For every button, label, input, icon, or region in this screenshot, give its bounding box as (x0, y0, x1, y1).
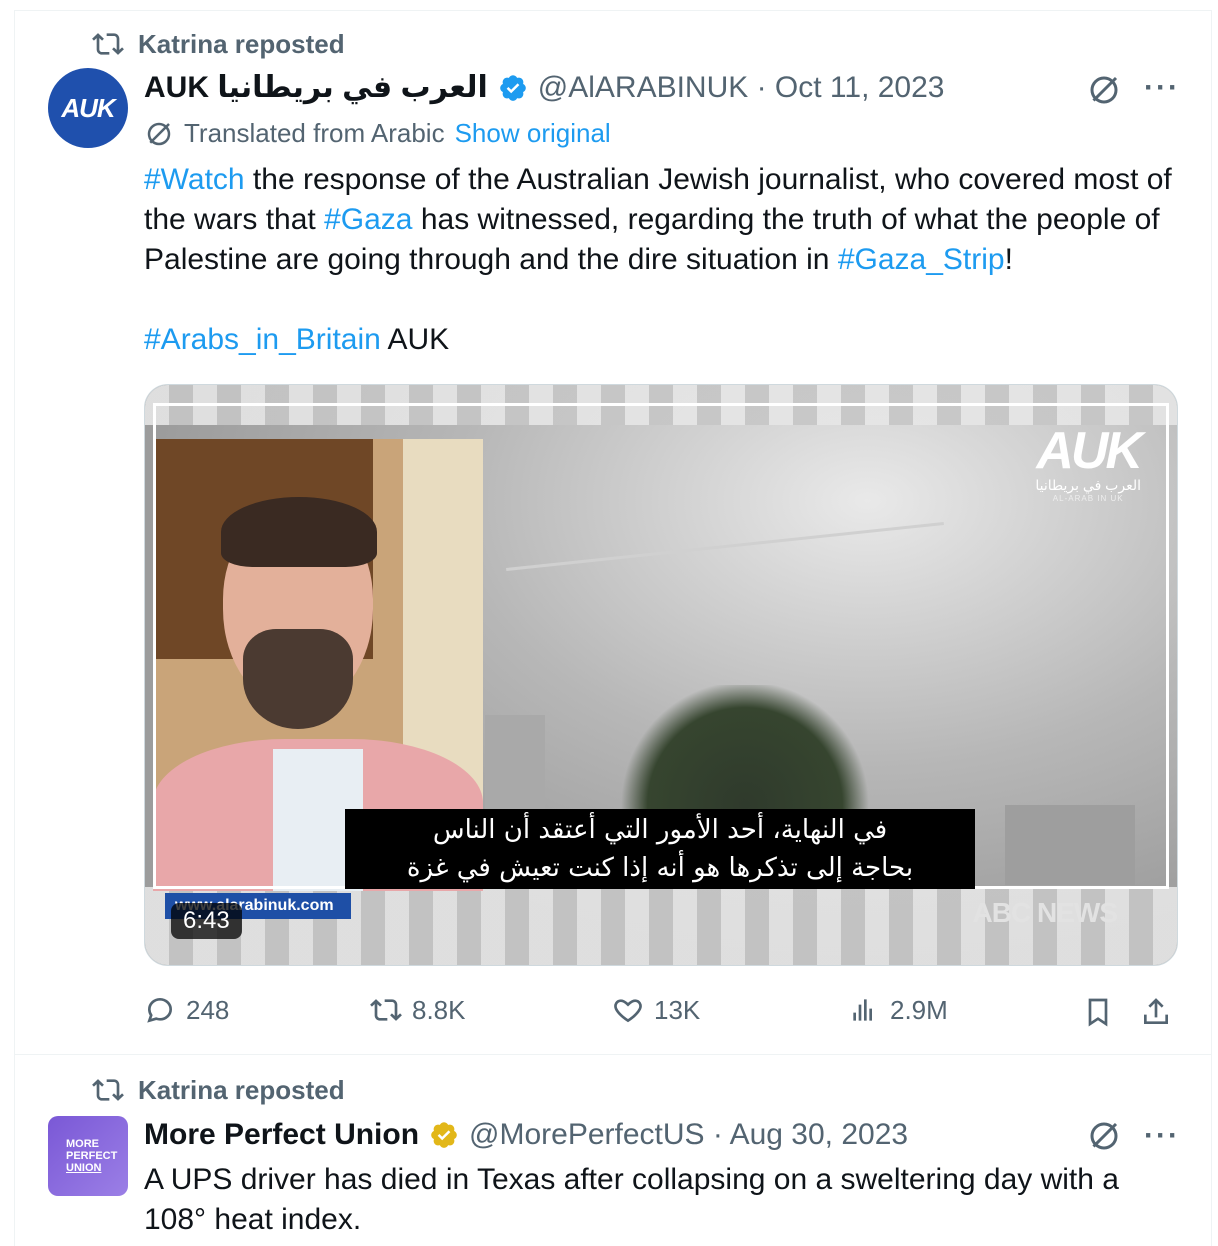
hashtag-link[interactable]: #Gaza (324, 203, 412, 236)
reply-icon (147, 997, 173, 1023)
tweet-actions: 248 8.8K 13K 2.9M (144, 994, 1184, 1034)
view-count: 2.9M (890, 994, 948, 1025)
handle-and-date[interactable]: @MorePerfectUS · Aug 30, 2023 (469, 1118, 908, 1152)
author-name[interactable]: More Perfect Union (144, 1118, 419, 1152)
channel-logo: AUK العرب في بريطانيا AL-ARAB IN UK (1035, 422, 1143, 503)
more-options-icon[interactable]: ··· (1144, 1121, 1180, 1151)
avatar[interactable]: AUK (48, 68, 128, 148)
tweet-divider (14, 1054, 1212, 1055)
video-player[interactable]: AUK العرب في بريطانيا AL-ARAB IN UK في ا… (144, 384, 1178, 966)
repost-indicator[interactable]: Katrina reposted (92, 1074, 345, 1106)
like-button[interactable]: 13K (612, 994, 700, 1026)
video-subtitle: في النهاية، أحد الأمور التي أعتقد أن الن… (345, 809, 975, 889)
repost-button[interactable]: 8.8K (370, 994, 466, 1026)
channel-logo-english: AL-ARAB IN UK (1052, 494, 1124, 503)
author-name[interactable]: AUK العرب في بريطانيا (144, 70, 488, 105)
verified-badge-icon[interactable] (498, 73, 528, 103)
repost-icon (92, 33, 124, 55)
grok-icon[interactable] (1086, 72, 1122, 108)
news-watermark: ABC NEWS (972, 897, 1118, 928)
repost-icon (92, 1079, 124, 1101)
translation-bar: Translated from Arabic Show original (144, 118, 611, 149)
subtitle-line: في النهاية، أحد الأمور التي أعتقد أن الن… (432, 815, 888, 845)
avatar-text-line: PERFECT (66, 1150, 118, 1162)
tweet-paragraph-2: #Arabs_in_Britain AUK (144, 320, 1189, 360)
hashtag-link[interactable]: #Gaza_Strip (838, 243, 1005, 276)
heart-icon (614, 999, 642, 1023)
tweet-text-segment: ! (1004, 243, 1013, 276)
verified-gold-badge-icon[interactable] (429, 1120, 459, 1150)
like-count: 13K (654, 994, 701, 1025)
show-original-link[interactable]: Show original (455, 118, 611, 149)
tweet-header: More Perfect Union @MorePerfectUS · Aug … (144, 1118, 908, 1152)
avatar-text-line: MORE (66, 1138, 99, 1150)
tweet-paragraph-1: #Watch the response of the Australian Je… (144, 160, 1189, 280)
tweet-text: A UPS driver has died in Texas after col… (144, 1163, 1119, 1236)
repost-indicator[interactable]: Katrina reposted (92, 28, 345, 60)
analytics-icon (853, 999, 872, 1021)
more-options-icon[interactable]: ··· (1144, 73, 1180, 103)
repost-count: 8.8K (412, 994, 466, 1025)
grok-icon[interactable] (1086, 1118, 1122, 1154)
repost-label: Katrina reposted (138, 1074, 345, 1105)
avatar[interactable]: MORE PERFECT UNION (48, 1116, 128, 1196)
subtitle-line: بحاجة إلى تذكرها هو أنه إذا كنت تعيش في … (406, 853, 914, 883)
channel-logo-arabic: العرب في بريطانيا (1035, 477, 1141, 493)
tweet-text: #Watch the response of the Australian Je… (144, 160, 1189, 360)
hashtag-link[interactable]: #Arabs_in_Britain (144, 323, 381, 356)
translated-label: Translated from Arabic (184, 118, 445, 148)
share-icon[interactable] (1140, 996, 1172, 1028)
repost-label: Katrina reposted (138, 28, 345, 59)
translate-icon (147, 122, 171, 145)
tweet-header: AUK العرب في بريطانيا @AlARABINUK · Oct … (144, 70, 944, 105)
avatar-text-line: UNION (66, 1162, 102, 1174)
hashtag-link[interactable]: #Watch (144, 163, 245, 196)
views-button[interactable]: 2.9M (848, 994, 948, 1026)
reply-button[interactable]: 248 (144, 994, 229, 1026)
repost-icon (370, 999, 402, 1021)
handle-and-date[interactable]: @AlARABINUK · Oct 11, 2023 (538, 71, 945, 105)
channel-logo-mark: AUK (1036, 422, 1143, 480)
reply-count: 248 (186, 994, 230, 1025)
video-duration: 6:43 (171, 903, 242, 939)
bookmark-icon[interactable] (1082, 996, 1114, 1028)
tweet-text-segment: AUK (380, 323, 450, 356)
